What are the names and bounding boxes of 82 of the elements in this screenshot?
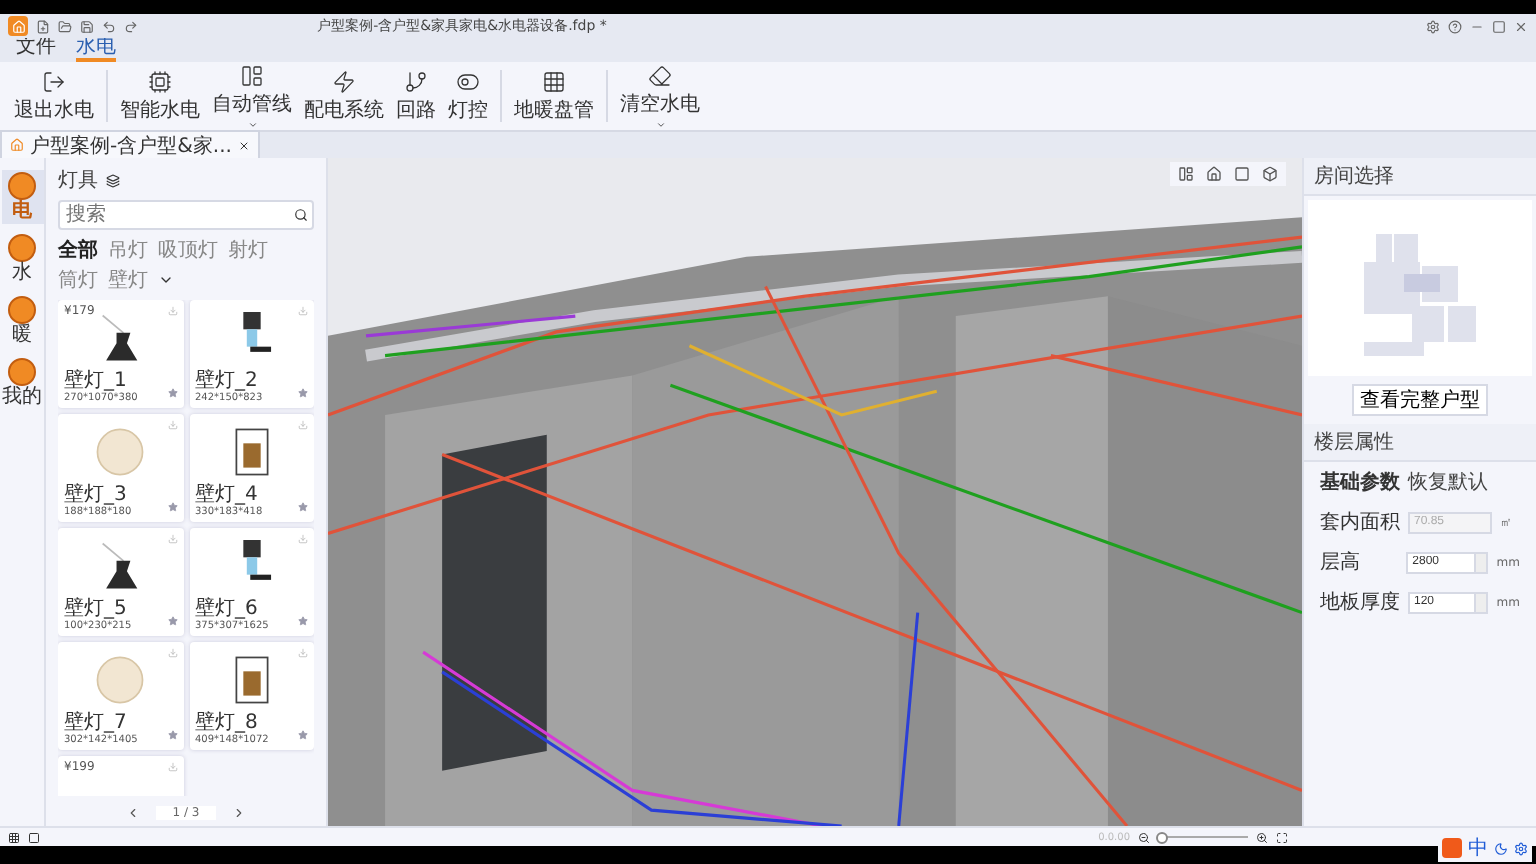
field-label: 地板厚度: [1320, 589, 1400, 616]
product-name: 壁灯_8: [195, 712, 258, 734]
chip-icon: [148, 69, 172, 93]
panel-title: 房间选择: [1304, 158, 1536, 196]
ribbon-button[interactable]: 灯控: [442, 67, 494, 125]
ime-logo-icon: [1442, 838, 1462, 858]
home-icon: [10, 138, 24, 152]
filter-tab[interactable]: 全部: [58, 236, 98, 264]
view-full-plan-button[interactable]: 查看完整户型: [1352, 384, 1488, 416]
panel-title: 楼层属性: [1304, 424, 1536, 462]
ribbon-button[interactable]: 配电系统: [298, 67, 390, 125]
ribbon-button[interactable]: 智能水电: [114, 67, 206, 125]
ribbon-button[interactable]: 退出水电: [8, 67, 100, 125]
star-icon[interactable]: [167, 502, 177, 512]
save-icon[interactable]: [80, 19, 94, 33]
star-icon[interactable]: [298, 388, 308, 398]
layers-icon[interactable]: [106, 173, 120, 187]
field-label: 套内面积: [1320, 509, 1400, 536]
section-label: 基础参数: [1320, 469, 1400, 496]
redo-icon[interactable]: [124, 19, 138, 33]
product-name: 壁灯_1: [64, 370, 127, 392]
star-icon[interactable]: [167, 730, 177, 740]
document-tab[interactable]: 户型案例-含户型&家...: [0, 130, 260, 158]
ribbon-button[interactable]: 地暖盘管: [508, 67, 600, 125]
product-name: 壁灯_3: [64, 484, 127, 506]
product-name: 壁灯_7: [64, 712, 127, 734]
ribbon-button[interactable]: 回路: [390, 67, 442, 125]
grid-icon[interactable]: [8, 831, 20, 843]
star-icon[interactable]: [298, 730, 308, 740]
new-file-icon[interactable]: [36, 19, 50, 33]
category-icon: [8, 234, 36, 262]
app-logo-icon: [8, 16, 28, 36]
field-label: 层高: [1320, 549, 1362, 576]
toggle-icon: [456, 69, 480, 93]
moon-icon[interactable]: [1494, 841, 1508, 855]
branch-icon: [404, 69, 428, 93]
previous-page-button[interactable]: [126, 805, 141, 819]
close-icon[interactable]: [237, 139, 250, 151]
top-view-icon[interactable]: [1178, 166, 1194, 182]
product-name: 壁灯_5: [64, 598, 127, 620]
settings-icon[interactable]: [1426, 19, 1440, 33]
rail-item[interactable]: 暖: [1, 294, 43, 348]
caret-icon: [655, 119, 665, 129]
product-name: 壁灯_4: [195, 484, 258, 506]
folder-icon[interactable]: [58, 19, 72, 33]
category-icon: [8, 172, 36, 200]
help-icon[interactable]: [1448, 19, 1462, 33]
rail-item[interactable]: 我的: [1, 356, 43, 410]
product-name: 壁灯_6: [195, 598, 258, 620]
zoom-slider-thumb[interactable]: [1156, 832, 1169, 844]
star-icon[interactable]: [167, 616, 177, 626]
search-icon[interactable]: [294, 208, 308, 222]
panel-icon: [240, 63, 264, 87]
ime-mode-label: 中: [1468, 835, 1488, 862]
maximize-icon[interactable]: [1492, 19, 1506, 33]
tab-label: 户型案例-含户型&家...: [30, 133, 232, 159]
next-page-button[interactable]: [231, 805, 246, 819]
home-icon[interactable]: [1206, 166, 1222, 182]
square-icon[interactable]: [28, 831, 40, 843]
undo-icon[interactable]: [102, 19, 116, 33]
product-name: 壁灯_2: [195, 370, 258, 392]
eraser-icon: [648, 63, 672, 87]
exit-icon: [42, 69, 66, 93]
category-label: 灯具: [58, 167, 98, 194]
ribbon-button[interactable]: 自动管线: [206, 61, 298, 131]
ribbon-button[interactable]: 清空水电: [614, 61, 706, 131]
settings-icon[interactable]: [1514, 841, 1528, 855]
category-icon: [8, 358, 36, 386]
rail-item[interactable]: 水: [1, 232, 43, 286]
category-icon: [8, 296, 36, 324]
caret-icon: [247, 119, 257, 129]
star-icon[interactable]: [167, 388, 177, 398]
chevron-down-icon[interactable]: [158, 272, 174, 288]
star-icon[interactable]: [298, 502, 308, 512]
zoom-in-icon[interactable]: [1256, 831, 1268, 843]
star-icon[interactable]: [298, 616, 308, 626]
zoom-out-icon[interactable]: [1138, 831, 1150, 843]
lightning-icon: [332, 69, 356, 93]
search-field[interactable]: 搜索: [58, 200, 314, 230]
grid-icon: [542, 69, 566, 93]
reset-link[interactable]: 恢复默认: [1408, 468, 1488, 496]
cube-icon[interactable]: [1262, 166, 1278, 182]
